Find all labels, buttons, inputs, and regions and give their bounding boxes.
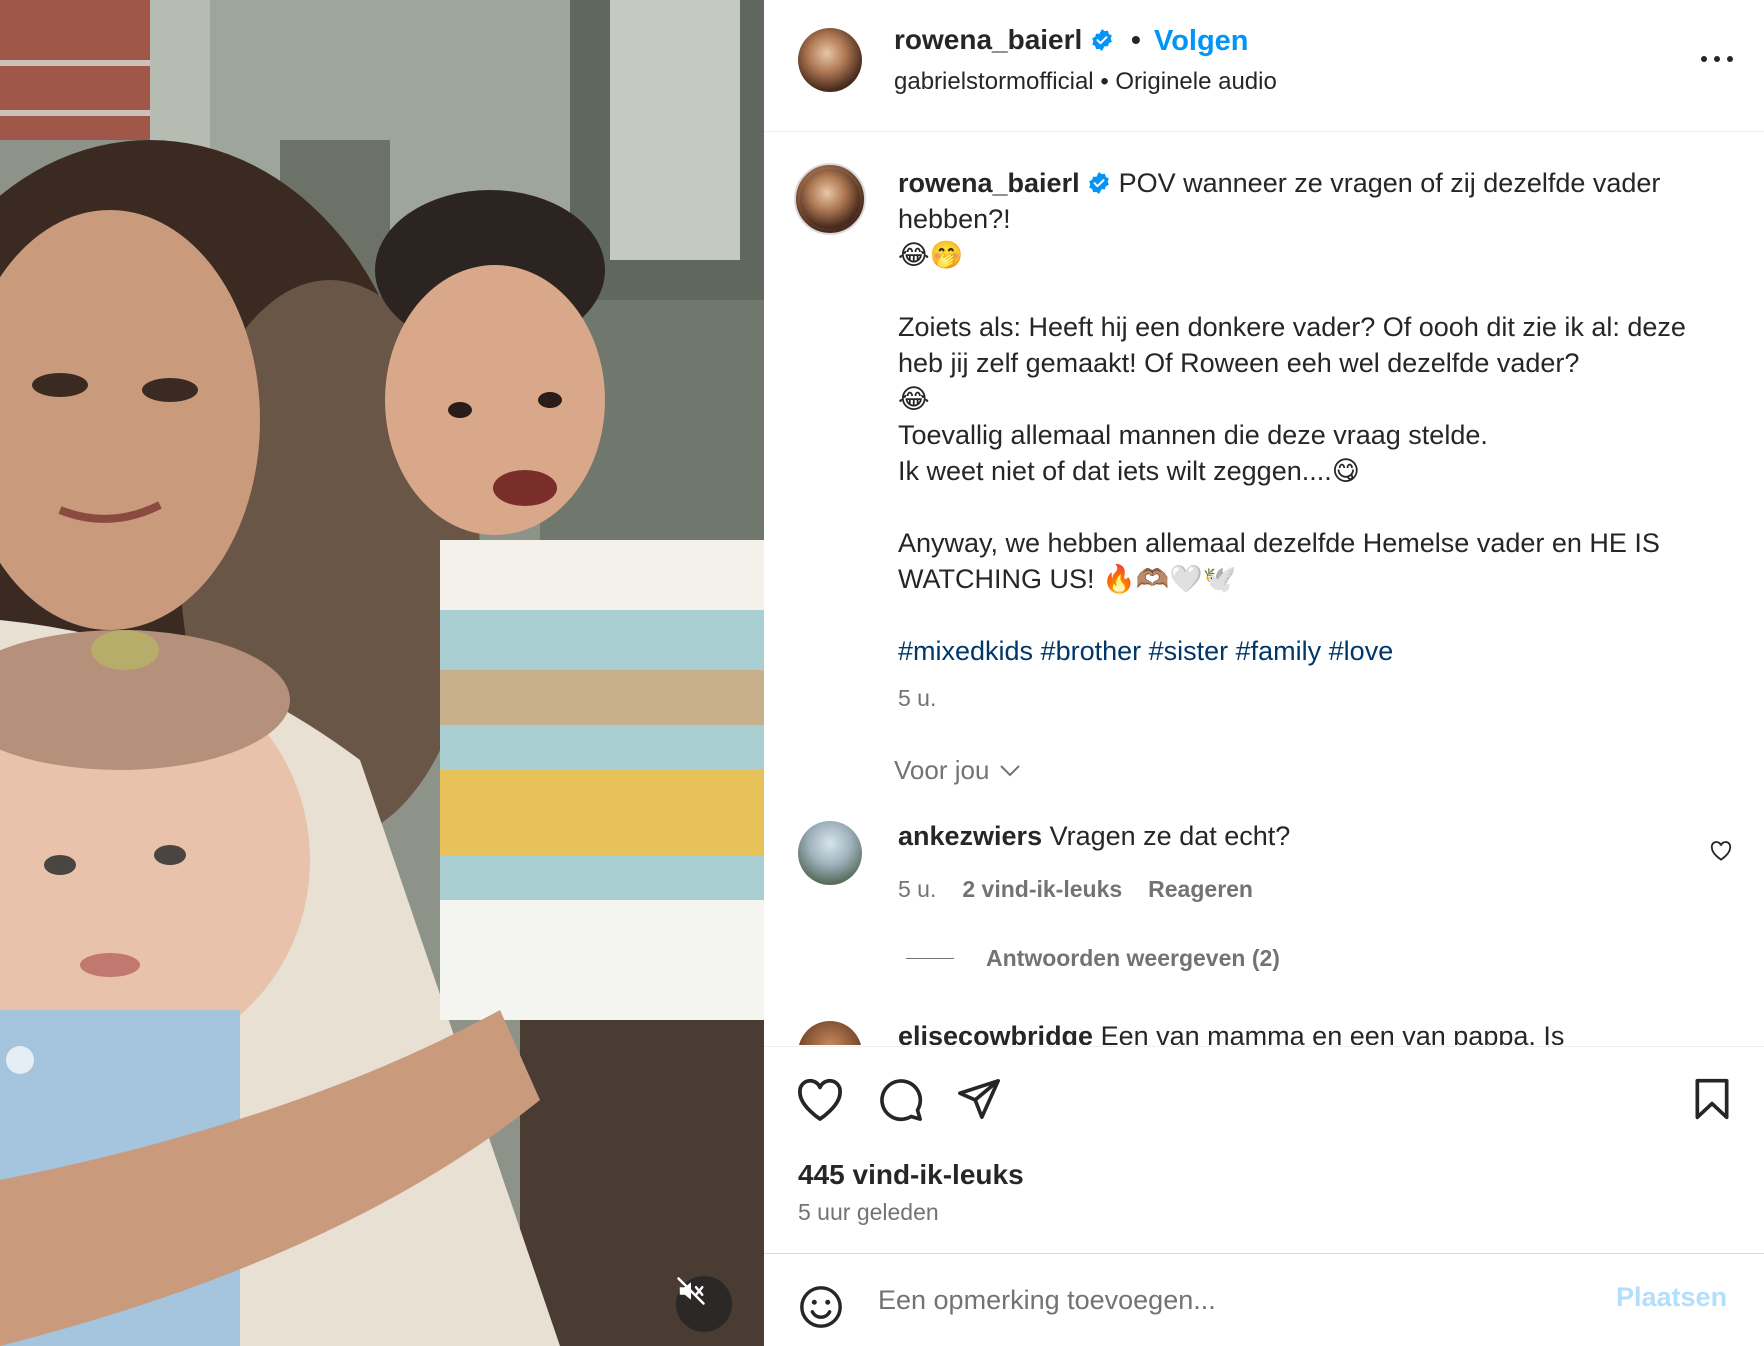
comment-username[interactable]: elisecowbridge: [898, 1021, 1093, 1045]
view-replies-button[interactable]: Antwoorden weergeven (2): [906, 945, 1280, 972]
heart-icon[interactable]: [1710, 841, 1732, 861]
save-icon[interactable]: [1692, 1077, 1732, 1121]
comment-text: Vragen ze dat echt?: [1049, 821, 1291, 851]
comment-username[interactable]: ankezwiers: [898, 821, 1042, 851]
caption-timestamp: 5 u.: [898, 685, 937, 711]
post-caption: rowena_baierl POV wanneer ze vragen of z…: [898, 165, 1738, 669]
verified-badge-icon: [1089, 172, 1109, 194]
commenter-avatar[interactable]: [798, 1021, 862, 1045]
audio-info[interactable]: gabrielstormofficial • Originele audio: [894, 68, 1277, 96]
post-header: rowena_baierl • Volgen gabrielstormoffic…: [764, 0, 1764, 132]
caption-line: Anyway, we hebben allemaal dezelfde Heme…: [898, 528, 1660, 594]
chevron-down-icon: [1000, 764, 1021, 776]
caption-username[interactable]: rowena_baierl: [898, 168, 1080, 198]
comment-likes[interactable]: 2 vind-ik-leuks: [962, 876, 1122, 903]
commenter-avatar[interactable]: [798, 821, 862, 885]
verified-badge-icon: [1092, 29, 1113, 51]
reel-video[interactable]: [0, 0, 764, 1346]
caption-line: 😂: [898, 384, 930, 414]
likes-count[interactable]: 445 vind-ik-leuks: [798, 1159, 1024, 1191]
comment-input[interactable]: [878, 1278, 1518, 1322]
author-avatar[interactable]: [798, 28, 862, 92]
caption-line: Toevallig allemaal mannen die deze vraag…: [898, 420, 1488, 450]
heart-icon[interactable]: [796, 1077, 844, 1123]
emoji-icon[interactable]: [798, 1284, 844, 1330]
comment-text: Een van mamma en een van pappa. Is: [1100, 1021, 1565, 1045]
caption-line: [898, 489, 1738, 525]
share-icon[interactable]: [956, 1077, 1002, 1121]
audio-separator: •: [1100, 68, 1109, 95]
mute-button[interactable]: [676, 1276, 732, 1332]
post-timestamp: 5 uur geleden: [798, 1199, 939, 1225]
view-replies-label[interactable]: Antwoorden weergeven (2): [986, 945, 1280, 972]
reply-button[interactable]: Reageren: [1148, 876, 1253, 903]
audio-source[interactable]: gabrielstormofficial: [894, 68, 1094, 95]
caption-line: 😂🤭: [898, 240, 964, 270]
muted-audio-icon: [677, 1277, 705, 1305]
comment-sort-label[interactable]: Voor jou: [894, 755, 989, 786]
follow-button[interactable]: Volgen: [1154, 25, 1249, 58]
comment-meta: 5 u. 2 vind-ik-leuks Reageren: [898, 876, 1253, 903]
caption-author-avatar[interactable]: [794, 163, 866, 235]
caption-line: [898, 597, 1738, 633]
comment-body: ankezwiers Vragen ze dat echt?: [898, 821, 1290, 852]
caption-line: [898, 273, 1738, 309]
caption-line: Ik weet niet of dat iets wilt zeggen....…: [898, 456, 1360, 486]
comment-time: 5 u.: [898, 876, 937, 902]
comment-body: elisecowbridge Een van mamma en een van …: [898, 1021, 1564, 1045]
caption-hashtags[interactable]: #mixedkids #brother #sister #family #lov…: [898, 633, 1738, 669]
comment-sort-dropdown[interactable]: Voor jou: [894, 755, 1021, 786]
comments-scroll-area[interactable]: rowena_baierl POV wanneer ze vragen of z…: [764, 133, 1764, 1045]
post-actions: 445 vind-ik-leuks 5 uur geleden: [764, 1046, 1764, 1252]
comment-icon[interactable]: [878, 1077, 924, 1123]
header-separator: •: [1131, 24, 1141, 55]
author-username[interactable]: rowena_baierl: [894, 24, 1114, 56]
post-details-panel: rowena_baierl • Volgen gabrielstormoffic…: [764, 0, 1764, 1346]
more-options-icon[interactable]: [1692, 44, 1742, 74]
add-comment-bar: Plaatsen: [764, 1253, 1764, 1346]
post-comment-button[interactable]: Plaatsen: [1616, 1282, 1727, 1313]
caption-line: Zoiets als: Heeft hij een donkere vader?…: [898, 312, 1686, 378]
audio-label[interactable]: Originele audio: [1115, 68, 1276, 95]
author-username-text[interactable]: rowena_baierl: [894, 24, 1082, 56]
replies-divider: [906, 958, 954, 959]
video-frame: [0, 0, 764, 1346]
